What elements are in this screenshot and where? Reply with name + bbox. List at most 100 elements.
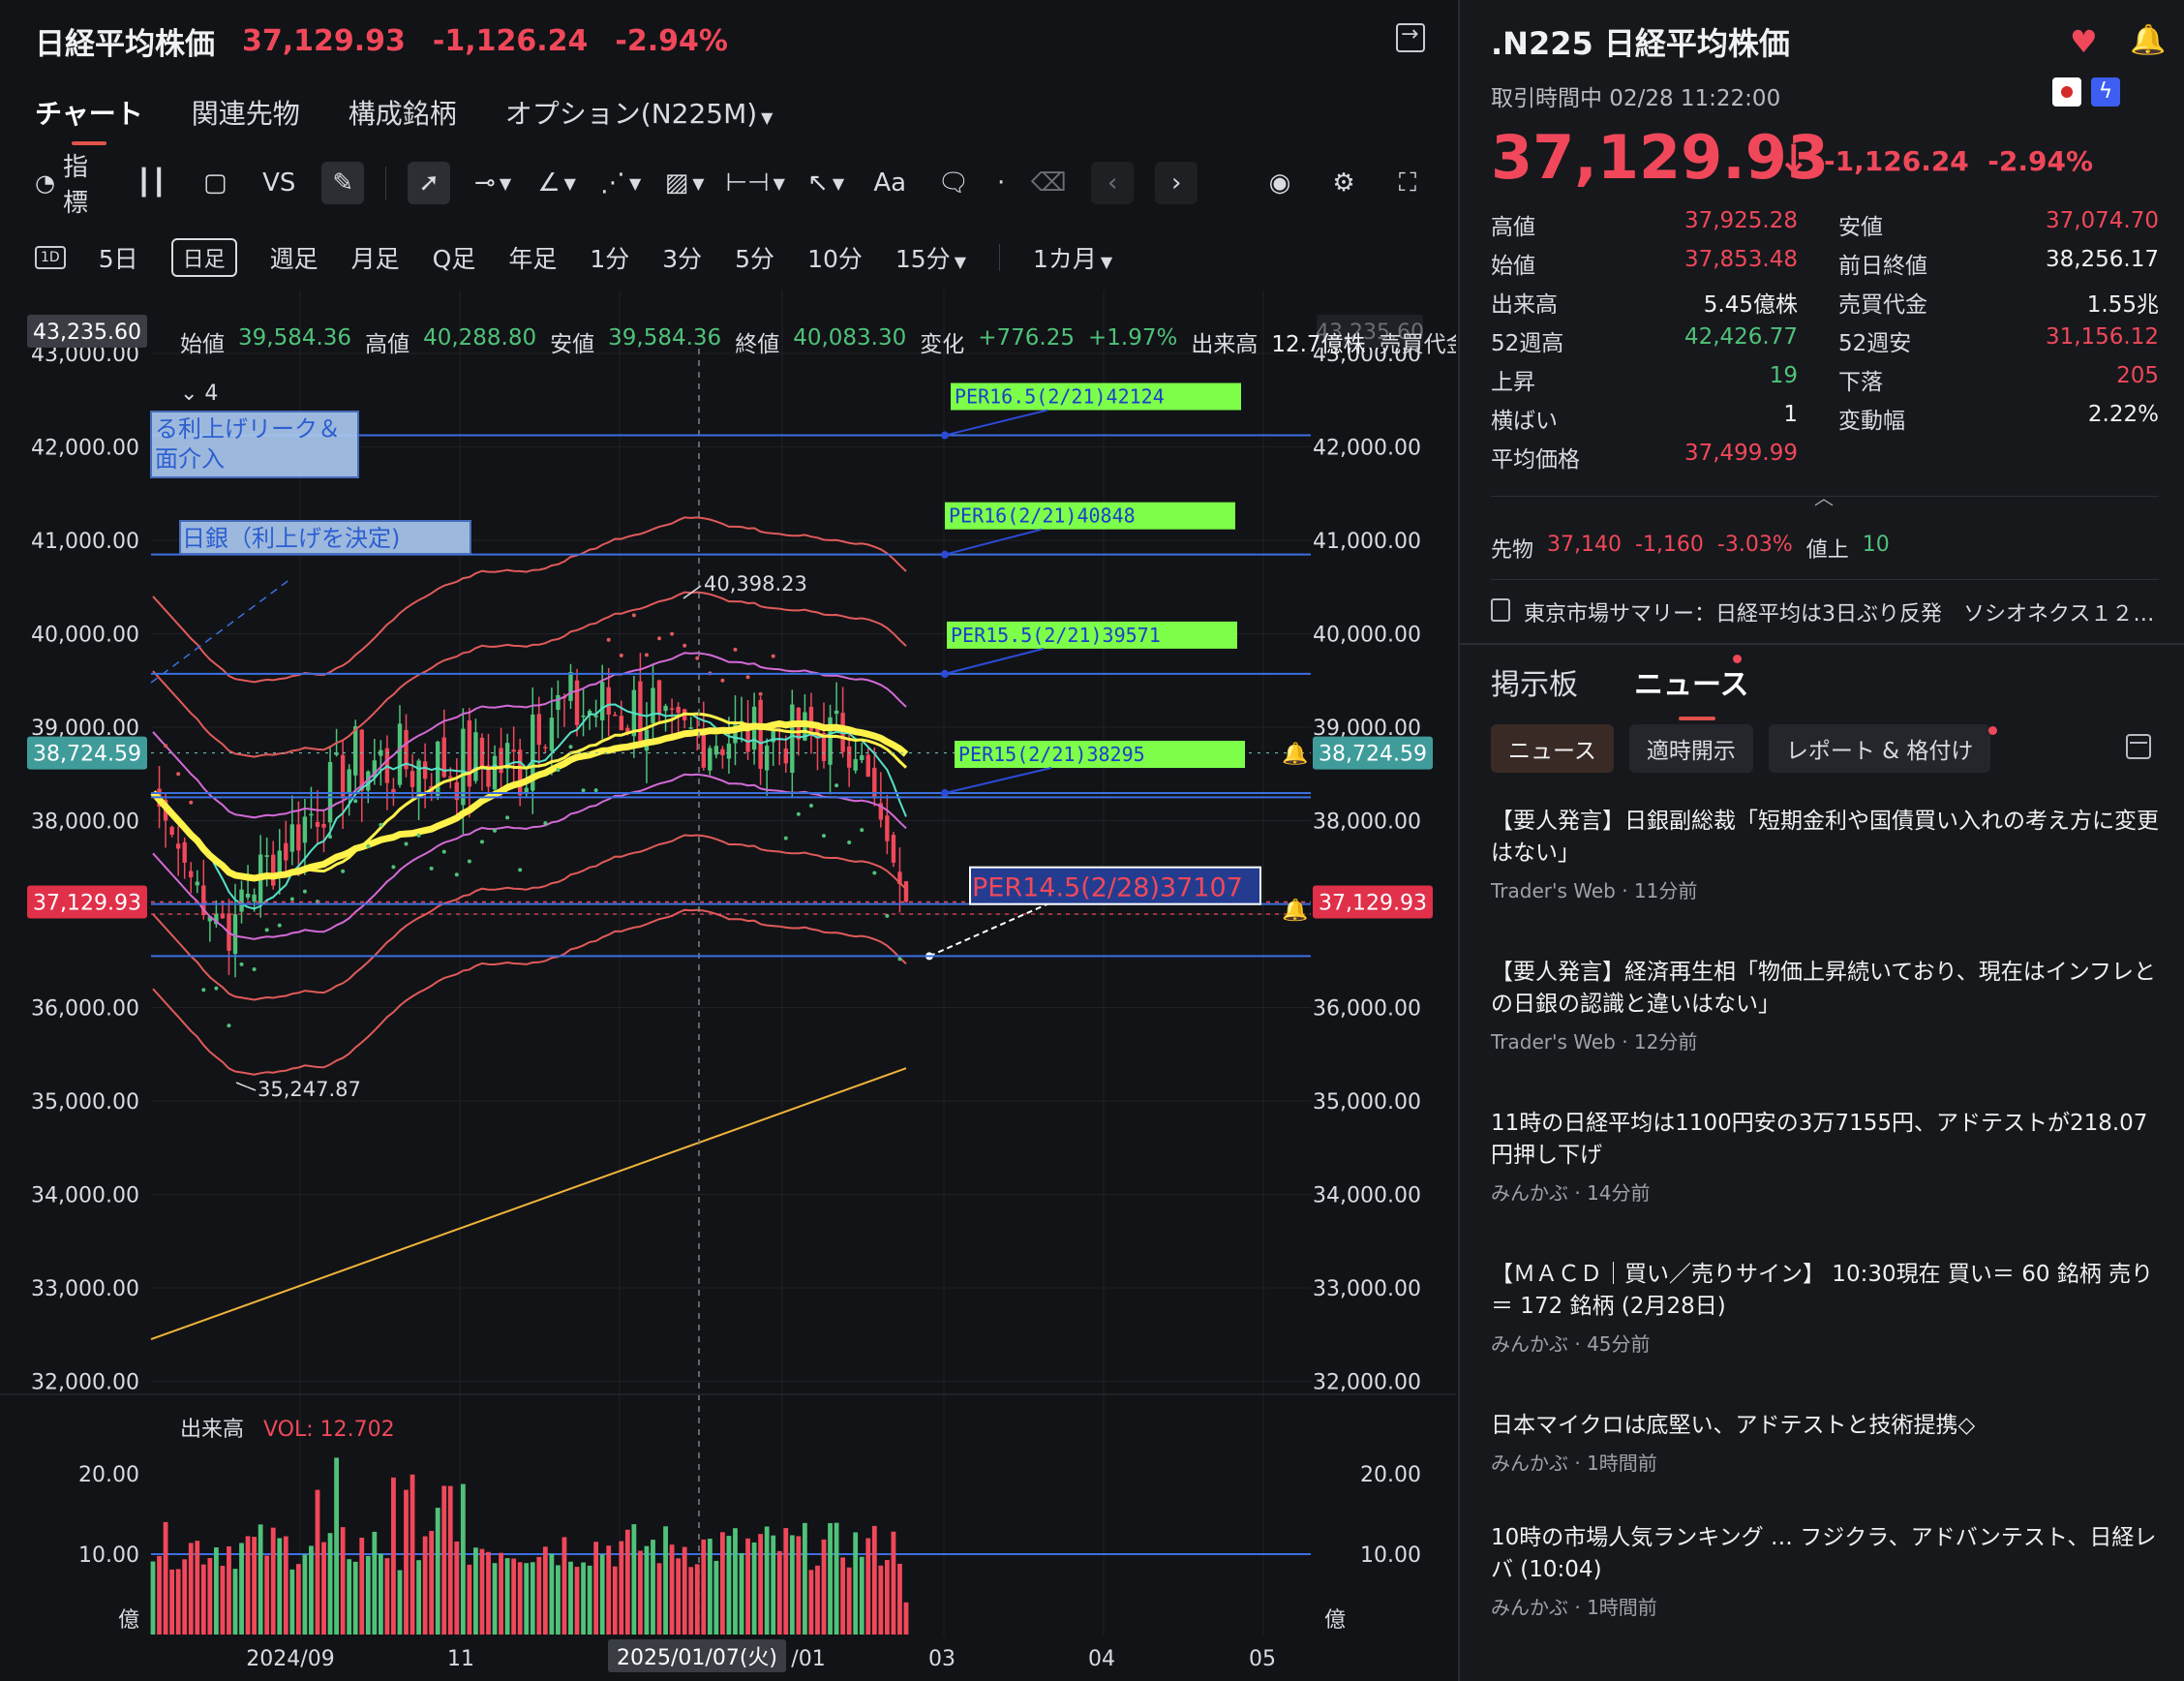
tab-chart[interactable]: チャート xyxy=(35,93,143,145)
news-title: 【要人発言】日銀副総裁「短期金利や国債買い入れの考え方に変更はない」 xyxy=(1491,809,2159,866)
candle-body xyxy=(182,841,187,863)
calendar-icon[interactable] xyxy=(2126,734,2151,759)
sar-dot xyxy=(657,636,662,641)
tab-message-board[interactable]: 掲示板 xyxy=(1491,660,1578,720)
line-tool-button[interactable]: ⊸ ▼ xyxy=(471,162,514,204)
alert-bell-icon[interactable]: 🔔 xyxy=(2130,23,2166,57)
rectangle-tool-button[interactable]: ▢ xyxy=(194,162,236,204)
lightning-icon[interactable]: ϟ xyxy=(2091,77,2120,107)
legend-change-pct: +1.97% xyxy=(1088,325,1178,351)
chip-reports[interactable]: レポート & 格付け xyxy=(1768,724,1991,773)
candle-body xyxy=(410,771,415,787)
volume-bar xyxy=(258,1524,263,1635)
draw-mode-button[interactable]: ✎ xyxy=(321,162,365,204)
comment-tool-button[interactable]: 🗨 xyxy=(932,162,975,204)
settings-button[interactable]: ⚙ xyxy=(1322,162,1365,204)
candle-type-button[interactable]: ┃┃ xyxy=(130,162,172,204)
sar-dot xyxy=(531,787,535,792)
volume-bar xyxy=(631,1524,637,1635)
news-item[interactable]: 11時の日経平均は1100円安の3万7155円、アドテストが218.07円押し下… xyxy=(1491,1108,2159,1206)
futures-row[interactable]: 先物 37,140 -1,160 -3.03% 値上 10 xyxy=(1491,533,1890,564)
timeframe-1d-icon[interactable]: 1D xyxy=(35,246,66,269)
volume-bar xyxy=(796,1536,802,1635)
collapse-chevron-icon[interactable]: ︿ xyxy=(1814,482,1834,510)
volume-bar xyxy=(549,1553,555,1635)
news-item[interactable]: 【要人発言】経済再生相「物価上昇続いており、現在はインフレとの日銀の認識と違いは… xyxy=(1491,957,2159,1054)
trend-tool-button[interactable]: ∠ ▼ xyxy=(535,162,578,204)
tf-quarterly[interactable]: Q足 xyxy=(433,240,476,275)
volume-axis-label-left: 10.00 xyxy=(78,1543,139,1568)
chevron-right-icon: › xyxy=(1170,168,1182,198)
volume-bar xyxy=(378,1553,383,1635)
sar-dot xyxy=(164,744,168,749)
collapse-count: ⌄ 4 xyxy=(180,382,218,406)
tf-10min[interactable]: 10分 xyxy=(807,240,863,275)
stat-label: 52週安 xyxy=(1838,331,1912,356)
per-label: PER16(2/21)40848 xyxy=(949,504,1136,528)
sar-dot xyxy=(176,772,181,777)
news-item[interactable]: 【要人発言】日銀副総裁「短期金利や国債買い入れの考え方に変更はない」 Trader… xyxy=(1491,806,2159,903)
eraser-button[interactable]: ⌫ xyxy=(1027,162,1070,204)
market-summary-link[interactable]: 東京市場サマリー：日経平均は3日ぶり反発 ソシオネクス１２… xyxy=(1491,596,2159,627)
redo-button[interactable]: › xyxy=(1155,162,1198,204)
x-axis-label: 04 xyxy=(1088,1647,1115,1671)
cursor-tool-button[interactable]: ➚ xyxy=(408,162,451,204)
current-price-tag-right: 37,129.93 xyxy=(1319,891,1427,915)
collapse-panel-icon[interactable] xyxy=(1396,22,1425,52)
fullscreen-button[interactable]: ⛶ xyxy=(1386,162,1429,204)
chip-disclosure[interactable]: 適時開示 xyxy=(1628,724,1753,773)
volume-bar xyxy=(739,1552,744,1635)
sar-dot xyxy=(302,889,307,894)
price-axis-label-right: 34,000.00 xyxy=(1313,1184,1421,1208)
news-item[interactable]: 10時の市場人気ランキング … フジクラ、アドバンテスト、日経レバ (10:04… xyxy=(1491,1522,2159,1620)
tab-related-futures[interactable]: 関連先物 xyxy=(192,93,300,145)
ma-long-term-line xyxy=(150,1067,907,1341)
tf-5d[interactable]: 5日 xyxy=(99,240,138,275)
news-item[interactable]: 日本マイクロは底堅い、アドテストと技術提携◇ みんかぶ · 1時間前 xyxy=(1491,1410,2159,1476)
volume-bar xyxy=(859,1556,864,1635)
tab-constituents[interactable]: 構成銘柄 xyxy=(349,93,457,145)
volume-bar xyxy=(454,1541,460,1635)
tab-news[interactable]: ニュース xyxy=(1634,660,1749,720)
candle-body xyxy=(593,715,598,718)
pattern-tool-button[interactable]: ⋰ ▼ xyxy=(599,162,642,204)
tf-1min[interactable]: 1分 xyxy=(590,240,629,275)
volume-bar xyxy=(840,1557,846,1635)
fib-tool-button[interactable]: ▨ ▼ xyxy=(663,162,706,204)
measure-tool-button[interactable]: ⊢⊣ ▼ xyxy=(725,162,785,204)
volume-bar xyxy=(289,1569,295,1635)
sar-dot xyxy=(556,768,561,773)
news-item[interactable]: 【ＭＡＣＤ｜買い／売りサイン】 10:30現在 買い＝ 60 銘柄 売り＝ 17… xyxy=(1491,1259,2159,1357)
price-chart[interactable]: 43,000.00 43,000.0042,000.00 42,000.0041,0… xyxy=(0,290,1456,1681)
favorite-heart-icon[interactable]: ♥ xyxy=(2070,23,2098,60)
tf-5min[interactable]: 5分 xyxy=(735,240,774,275)
chart-title-bar: 日経平均株価 37,129.93 -1,126.24 -2.94% xyxy=(35,17,728,64)
tf-daily[interactable]: 日足 xyxy=(170,238,237,277)
screenshot-button[interactable]: ◉ xyxy=(1259,162,1301,204)
tf-monthly[interactable]: 月足 xyxy=(351,240,400,275)
volume-bar xyxy=(644,1545,650,1635)
volume-bar xyxy=(410,1474,415,1635)
volume-bar xyxy=(327,1533,333,1635)
undo-button[interactable]: ‹ xyxy=(1091,162,1135,204)
arrow-tool-button[interactable]: ↖ ▼ xyxy=(804,162,847,204)
tf-yearly[interactable]: 年足 xyxy=(508,240,557,275)
range-select[interactable]: 1カ月 ▼ xyxy=(1033,240,1112,275)
chip-news[interactable]: ニュース xyxy=(1491,724,1614,773)
candle-body xyxy=(252,894,257,902)
volume-bar xyxy=(227,1545,231,1635)
horizontal-line-icon: ⊸ xyxy=(474,168,496,198)
tf-3min[interactable]: 3分 xyxy=(662,240,702,275)
tf-15min[interactable]: 15分 ▼ xyxy=(895,240,966,275)
tf-weekly[interactable]: 週足 xyxy=(270,240,318,275)
candle-body xyxy=(708,748,713,771)
stat-value: 38,256.17 xyxy=(2045,247,2159,272)
news-source: Trader's Web · 12分前 xyxy=(1491,1030,1698,1054)
text-tool-button[interactable]: Aa xyxy=(868,162,911,204)
tab-options[interactable]: オプション(N225M) ▼ xyxy=(505,93,774,145)
stat-label: 安値 xyxy=(1838,215,1883,240)
indicators-button[interactable]: ◔ 指標 xyxy=(35,153,108,218)
compare-button[interactable]: VS xyxy=(258,162,300,204)
sar-dot xyxy=(682,643,687,648)
candle-body xyxy=(511,749,516,752)
